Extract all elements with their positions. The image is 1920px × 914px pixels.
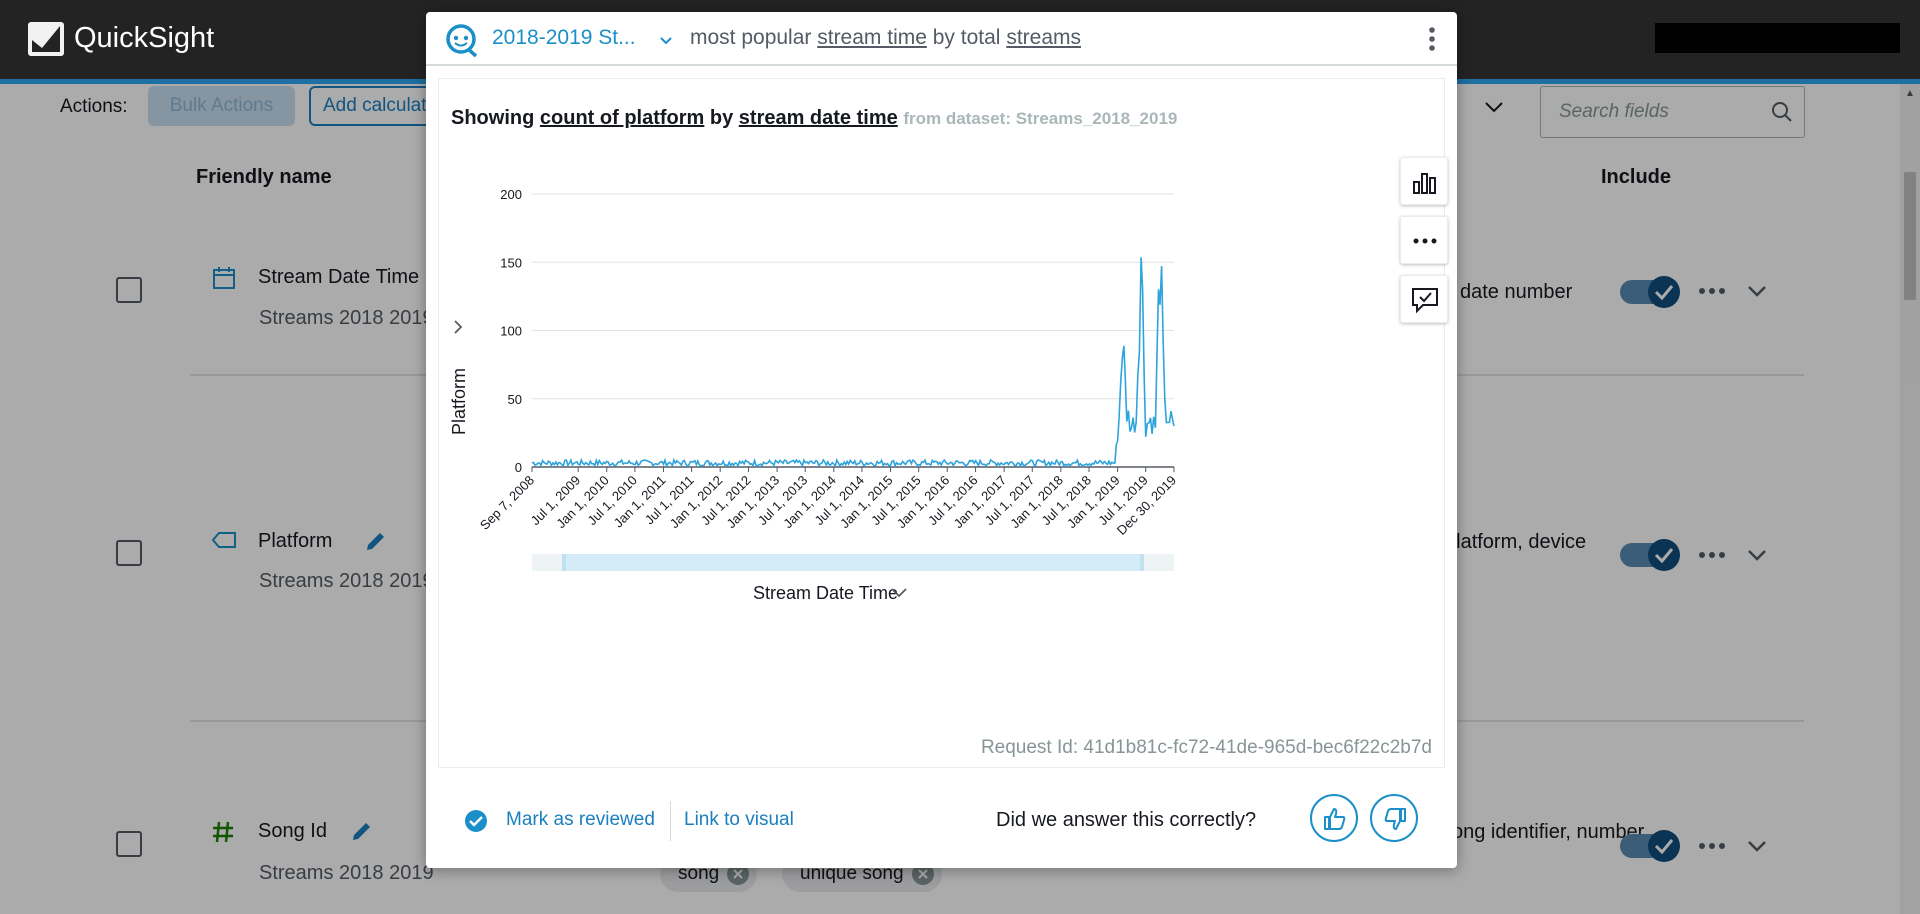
- y-axis-label[interactable]: Platform: [449, 368, 469, 435]
- range-slider-window[interactable]: [562, 554, 1144, 571]
- footer-divider: [670, 801, 671, 841]
- showing-measure-link[interactable]: count of platform: [540, 107, 704, 129]
- thumbs-up-button[interactable]: [1310, 794, 1358, 842]
- mark-as-reviewed-link[interactable]: Mark as reviewed: [506, 809, 655, 831]
- quicksight-logo-icon[interactable]: [28, 22, 64, 56]
- y-tick-label: 100: [500, 324, 522, 339]
- chevron-down-icon[interactable]: [659, 33, 673, 51]
- y-tick-label: 200: [500, 187, 522, 202]
- request-id: Request Id: 41d1b81c-fc72-41de-965d-bec6…: [980, 737, 1432, 758]
- question-link-stream-time[interactable]: stream time: [817, 26, 927, 49]
- question-middle: by total: [926, 26, 1007, 49]
- answer-visual: Showing count of platform by stream date…: [438, 78, 1448, 768]
- x-tick-label: Sep 7, 2008: [477, 473, 537, 533]
- app-title[interactable]: QuickSight: [74, 22, 214, 55]
- showing-description: Showing count of platform by stream date…: [451, 107, 1177, 130]
- check-circle-icon[interactable]: [464, 809, 488, 838]
- y-tick-label: 50: [508, 392, 522, 407]
- showing-dimension-link[interactable]: stream date time: [739, 107, 898, 129]
- q-answer-modal: 2018-2019 St... most popular stream time…: [426, 12, 1457, 868]
- thumbs-down-button[interactable]: [1370, 794, 1418, 842]
- from-dataset: from dataset: Streams_2018_2019: [903, 109, 1178, 128]
- showing-by: by: [704, 107, 739, 129]
- y-tick-label: 0: [515, 460, 522, 475]
- question-link-streams[interactable]: streams: [1006, 26, 1081, 49]
- link-to-visual-link[interactable]: Link to visual: [684, 809, 794, 831]
- q-topic-icon: [444, 23, 480, 64]
- range-slider-handle[interactable]: [562, 554, 566, 571]
- feedback-question: Did we answer this correctly?: [996, 809, 1257, 831]
- showing-prefix: Showing: [451, 107, 540, 129]
- modal-header: 2018-2019 St... most popular stream time…: [426, 12, 1457, 66]
- line-chart[interactable]: 050100150200Sep 7, 2008Jul 1, 2009Jan 1,…: [439, 175, 1446, 695]
- question-text[interactable]: most popular stream time by total stream…: [690, 26, 1081, 50]
- modal-footer: Mark as reviewed Link to visual Did we a…: [438, 777, 1445, 857]
- question-prefix: most popular: [690, 26, 818, 49]
- y-tick-label: 150: [500, 255, 522, 270]
- topic-selector[interactable]: 2018-2019 St...: [492, 26, 636, 50]
- user-menu[interactable]: [1655, 23, 1900, 53]
- x-axis-label[interactable]: Stream Date Time: [753, 583, 898, 603]
- range-slider-handle[interactable]: [1140, 554, 1144, 571]
- series-line[interactable]: [531, 257, 1175, 468]
- y-axis-chevron-icon[interactable]: [454, 320, 463, 334]
- kebab-menu-icon[interactable]: [1428, 26, 1436, 57]
